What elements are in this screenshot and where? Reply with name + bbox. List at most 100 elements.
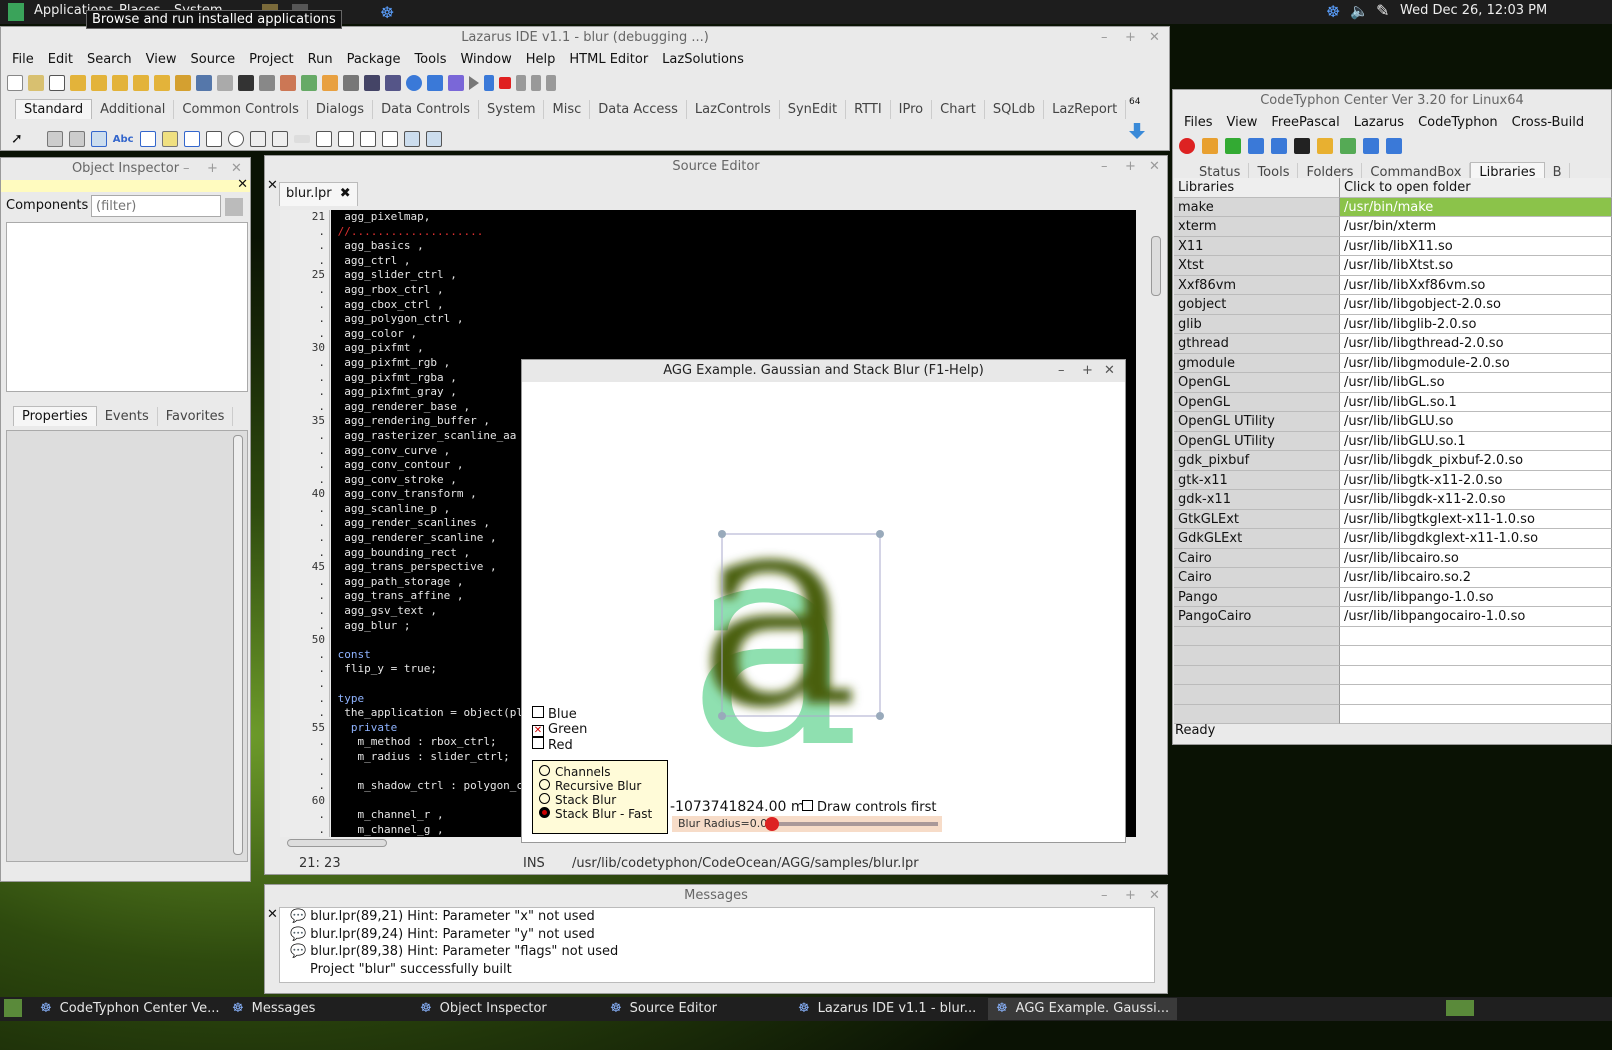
taskbar-item[interactable]: ☸ Lazarus IDE v1.1 - blur... [798,1001,976,1016]
table-row[interactable]: Xxf86vm/usr/lib/libXxf86vm.so [1174,275,1612,295]
table-row[interactable]: gdk_pixbuf/usr/lib/libgdk_pixbuf-2.0.so [1174,451,1612,471]
ct-menu-freepascal[interactable]: FreePascal [1264,112,1346,134]
code-line[interactable]: //.................... [331,225,1136,240]
property-scrollbar[interactable] [233,435,243,855]
tcheckbox-icon[interactable] [205,131,222,147]
draw-controls-first-checkbox[interactable]: Draw controls first [802,800,937,815]
workspace-switcher-icon[interactable] [1446,1000,1474,1016]
palette-tab-misc[interactable]: Misc [544,100,591,119]
step-over-icon[interactable] [531,75,541,91]
tlabel-icon[interactable]: Abc [113,134,134,145]
library-path[interactable]: /usr/lib/libgdk-x11-2.0.so [1340,490,1612,510]
slider-knob[interactable] [765,817,779,831]
table-row[interactable] [1174,646,1612,666]
library-path[interactable]: /usr/lib/libgmodule-2.0.so [1340,353,1612,373]
code-line[interactable]: agg_pixelmap, [331,210,1136,225]
codetyphon-launcher-icon[interactable]: ☸ [380,3,394,22]
library-path[interactable]: /usr/lib/libgobject-2.0.so [1340,295,1612,315]
tgroupbox-icon[interactable] [315,131,332,147]
step-out-icon[interactable] [546,75,556,91]
menu-logo-icon[interactable] [8,3,24,21]
library-path[interactable] [1340,704,1612,724]
tab-properties[interactable]: Properties [13,406,97,426]
menu-window[interactable]: Window [453,49,518,71]
library-path[interactable]: /usr/lib/libglib-2.0.so [1340,314,1612,334]
code-line[interactable]: agg_ctrl , [331,254,1136,269]
menu-project[interactable]: Project [242,49,300,71]
palette-tab-sqldb[interactable]: SQLdb [985,100,1045,119]
source-editor-titlebar[interactable]: Source Editor – + ✕ [265,156,1167,178]
copy-icon[interactable] [259,75,275,91]
code-line[interactable]: agg_cbox_ctrl , [331,298,1136,313]
close-icon[interactable]: ✕ [1104,360,1115,382]
ct-menu-lazarus[interactable]: Lazarus [1347,112,1411,134]
palette-tab-data-controls[interactable]: Data Controls [373,100,479,119]
taskbar-item[interactable]: ☸ Object Inspector [420,1001,547,1016]
blur-radius-slider[interactable]: Blur Radius=0.00 [672,816,942,832]
project-icon[interactable] [154,75,170,91]
palette-tab-synedit[interactable]: SynEdit [780,100,847,119]
palette-tab-additional[interactable]: Additional [92,100,175,119]
table-row[interactable]: glib/usr/lib/libglib-2.0.so [1174,314,1612,334]
tcombobox-icon[interactable] [271,131,288,147]
library-path[interactable]: /usr/lib/libGLU.so [1340,412,1612,432]
table-row[interactable]: gtk-x11/usr/lib/libgtk-x11-2.0.so [1174,470,1612,490]
checkbox-blue[interactable]: Blue [532,706,587,722]
library-path[interactable]: /usr/lib/libGLU.so.1 [1340,431,1612,451]
save-all-icon[interactable] [133,75,149,91]
tab-blur-lpr[interactable]: blur.lpr ✖ [279,182,358,206]
code-line[interactable]: agg_color , [331,327,1136,342]
library-path[interactable]: /usr/lib/libgtk-x11-2.0.so [1340,470,1612,490]
message-item[interactable]: 💬 blur.lpr(89,38) Hint: Parameter "flags"… [280,943,1154,961]
download-icon[interactable] [1129,123,1145,139]
taskbar-item[interactable]: ☸ AGG Example. Gaussi... [988,998,1178,1020]
code-line[interactable]: agg_polygon_ctrl , [331,312,1136,327]
info-icon[interactable] [1386,138,1402,154]
menu-lazsolutions[interactable]: LazSolutions [655,49,751,71]
editor-hscrollbar[interactable] [287,839,387,847]
breakpoint-icon[interactable] [427,75,443,91]
close-messages-icon[interactable]: ✕ [267,907,278,922]
maximize-icon[interactable]: + [1125,27,1136,49]
polygon-handle[interactable] [718,712,726,720]
table-row[interactable]: make/usr/bin/make [1174,197,1612,217]
code-line[interactable]: agg_pixfmt , [331,341,1136,356]
table-row[interactable]: gobject/usr/lib/libgobject-2.0.so [1174,295,1612,315]
menu-help[interactable]: Help [519,49,563,71]
table-row[interactable]: Cairo/usr/lib/libcairo.so.2 [1174,568,1612,588]
library-path[interactable]: /usr/lib/libcairo.so.2 [1340,568,1612,588]
menu-run[interactable]: Run [301,49,340,71]
palette-tab-standard[interactable]: Standard [15,99,93,119]
table-row[interactable]: GtkGLExt/usr/lib/libgtkglext-x11-1.0.so [1174,509,1612,529]
tmemo-icon[interactable] [161,131,178,147]
close-icon[interactable]: ✕ [1149,156,1160,178]
library-path[interactable] [1340,626,1612,646]
tbutton-icon[interactable] [90,131,107,147]
table-row[interactable]: OpenGL UTility/usr/lib/libGLU.so.1 [1174,431,1612,451]
run-menu-icon[interactable] [406,75,422,91]
debug-icon[interactable] [364,75,380,91]
table-row[interactable]: Cairo/usr/lib/libcairo.so [1174,548,1612,568]
open-recent-icon[interactable] [91,75,107,91]
maximize-icon[interactable]: + [1125,885,1136,907]
package-icon[interactable] [301,75,317,91]
install-icon[interactable] [1202,138,1218,154]
tedit-icon[interactable] [139,131,156,147]
messages-titlebar[interactable]: Messages – + ✕ [265,885,1167,907]
maximize-icon[interactable]: + [207,158,218,180]
tmainmenu-icon[interactable] [46,131,63,147]
run-icon[interactable] [469,76,479,90]
table-row[interactable]: X11/usr/lib/libX11.so [1174,236,1612,256]
step-icon[interactable] [343,75,359,91]
agg-titlebar[interactable]: AGG Example. Gaussian and Stack Blur (F1… [522,360,1125,382]
code-line[interactable]: agg_basics , [331,239,1136,254]
close-tab-icon[interactable]: ✖ [340,186,351,201]
windows-icon[interactable] [1271,138,1287,154]
polygon-handle[interactable] [876,530,884,538]
close-hint-icon[interactable]: ✕ [237,177,248,192]
view-units-icon[interactable] [196,75,212,91]
ct-menu-codetyphon[interactable]: CodeTyphon [1411,112,1505,134]
library-path[interactable] [1340,665,1612,685]
menu-search[interactable]: Search [80,49,139,71]
tscrollbar-icon[interactable] [293,135,310,143]
